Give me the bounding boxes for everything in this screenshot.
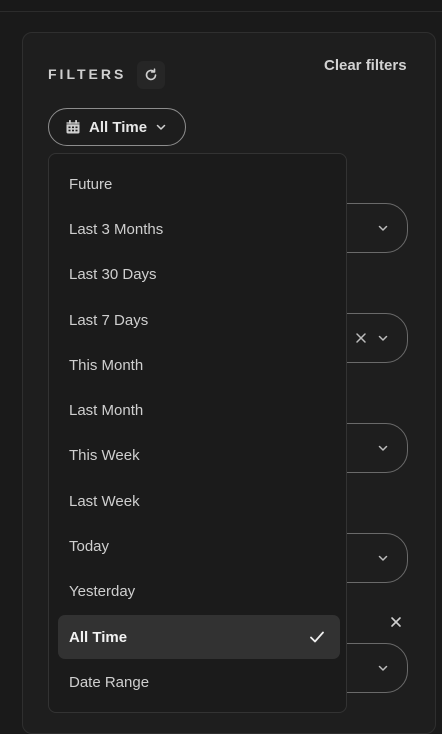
chevron-down-icon — [377, 222, 389, 234]
option-label: Last Month — [69, 401, 144, 419]
chevron-down-icon — [377, 552, 389, 564]
top-bar — [0, 0, 442, 12]
option-label: This Month — [69, 356, 144, 374]
option-today[interactable]: Today — [58, 524, 340, 568]
option-all-time[interactable]: All Time — [58, 615, 340, 659]
option-date-range[interactable]: Date Range — [58, 660, 340, 704]
chevron-down-icon — [377, 662, 389, 674]
option-last-3-months[interactable]: Last 3 Months — [58, 207, 340, 251]
clear-filters-button[interactable]: Clear filters — [320, 57, 411, 74]
option-this-week[interactable]: This Week — [58, 433, 340, 477]
date-range-dropdown: Future Last 3 Months Last 30 Days Last 7… — [48, 153, 347, 713]
date-filter-label: All Time — [89, 118, 148, 136]
option-future[interactable]: Future — [58, 162, 340, 206]
clear-selection-icon[interactable] — [355, 332, 367, 344]
option-label: Last 30 Days — [69, 265, 157, 283]
option-label: Last 3 Months — [69, 220, 164, 238]
chevron-down-icon — [377, 442, 389, 454]
option-last-month[interactable]: Last Month — [58, 388, 340, 432]
option-label: Last Week — [69, 492, 140, 510]
filters-title: FILTERS — [48, 66, 127, 82]
date-filter-button[interactable]: All Time — [48, 108, 186, 146]
refresh-icon — [143, 67, 159, 83]
option-last-7-days[interactable]: Last 7 Days — [58, 298, 340, 342]
close-icon[interactable] — [386, 612, 406, 632]
chevron-down-icon — [377, 332, 389, 344]
calendar-icon — [65, 119, 81, 135]
option-label: Yesterday — [69, 582, 136, 600]
chevron-down-icon — [155, 121, 167, 133]
option-label: Future — [69, 175, 113, 193]
refresh-button[interactable] — [137, 61, 165, 89]
option-yesterday[interactable]: Yesterday — [58, 569, 340, 613]
option-last-week[interactable]: Last Week — [58, 479, 340, 523]
option-last-30-days[interactable]: Last 30 Days — [58, 252, 340, 296]
option-this-month[interactable]: This Month — [58, 343, 340, 387]
option-label: Date Range — [69, 673, 150, 691]
option-label: Today — [69, 537, 110, 555]
option-label: All Time — [69, 628, 128, 646]
check-icon — [308, 628, 326, 646]
option-label: This Week — [69, 446, 140, 464]
option-label: Last 7 Days — [69, 311, 149, 329]
